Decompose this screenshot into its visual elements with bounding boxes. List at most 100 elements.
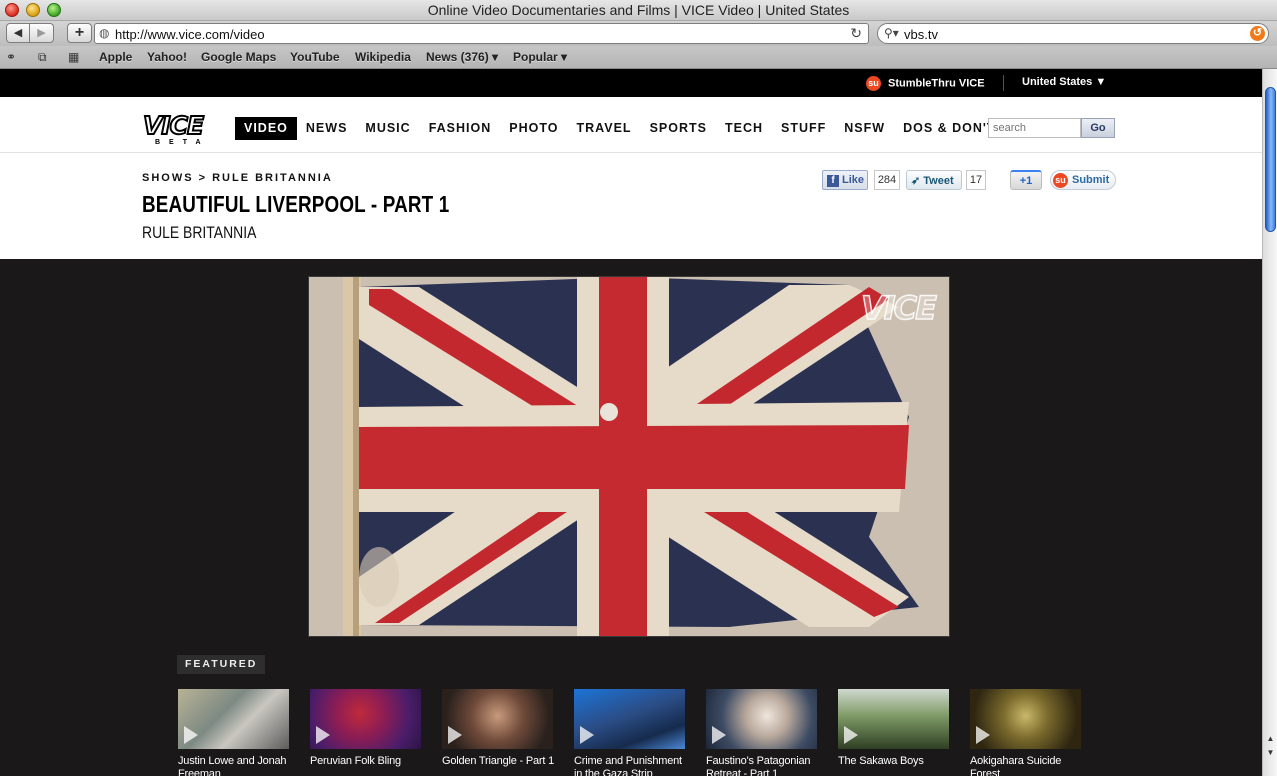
scrollbar-thumb[interactable] — [1265, 87, 1276, 232]
add-bookmark-button[interactable]: + — [67, 23, 92, 43]
main-nav: VIDEO NEWS MUSIC FASHION PHOTO TRAVEL SP… — [235, 117, 1014, 140]
bookmark-apple[interactable]: Apple — [99, 50, 132, 64]
search-icon: ⚲▾ — [884, 26, 899, 40]
play-icon — [184, 726, 198, 744]
utility-strip: su StumbleThru VICE United States ▼ — [0, 69, 1262, 97]
browser-search-field[interactable]: ⚲▾ vbs.tv ↺ — [877, 23, 1269, 44]
nav-sports[interactable]: SPORTS — [641, 117, 716, 140]
play-icon — [712, 726, 726, 744]
snapback-icon[interactable]: ↺ — [1250, 26, 1265, 41]
back-button[interactable]: ◀ — [6, 23, 30, 43]
vice-watermark: VICE — [860, 288, 938, 328]
reload-icon[interactable]: ↻ — [850, 25, 862, 42]
page-scrollbar[interactable]: ▲ ▼ — [1262, 69, 1277, 776]
featured-caption[interactable]: Golden Triangle - Part 1 — [442, 755, 557, 768]
site-header: VICE BETA VIDEO NEWS MUSIC FASHION PHOTO… — [0, 97, 1262, 153]
featured-thumbnail[interactable] — [838, 689, 949, 749]
browser-search-query[interactable]: vbs.tv — [904, 27, 938, 42]
page-title: BEAUTIFUL LIVERPOOL - PART 1 — [142, 191, 450, 217]
featured-thumbnail[interactable] — [178, 689, 289, 749]
nav-music[interactable]: MUSIC — [356, 117, 419, 140]
bookmarks-bar: ⚭ ⧉ ▦ Apple Yahoo! Google Maps YouTube W… — [0, 46, 1277, 69]
union-jack-video-frame — [309, 277, 949, 636]
window-title: Online Video Documentaries and Films | V… — [427, 2, 850, 18]
tweet-count: 17 — [966, 170, 986, 190]
submit-label: Submit — [1072, 174, 1110, 186]
web-page: su StumbleThru VICE United States ▼ VICE … — [0, 69, 1262, 776]
facebook-like-button[interactable]: f Like — [822, 170, 868, 190]
featured-item[interactable]: Aokigahara Suicide Forest — [970, 689, 1081, 776]
play-icon — [976, 726, 990, 744]
play-icon — [844, 726, 858, 744]
nav-news[interactable]: NEWS — [297, 117, 357, 140]
featured-item[interactable]: Peruvian Folk Bling — [310, 689, 421, 768]
vice-logo[interactable]: VICE BETA — [142, 111, 223, 147]
featured-item[interactable]: Crime and Punishment in the Gaza Strip — [574, 689, 685, 776]
google-plus-one-button[interactable]: +1 — [1010, 170, 1042, 190]
featured-caption[interactable]: Faustino's Patagonian Retreat - Part 1 — [706, 755, 821, 776]
bookmarks-book-icon[interactable]: ⧉ — [38, 50, 47, 65]
nav-video[interactable]: VIDEO — [235, 117, 297, 140]
bookmark-news-folder[interactable]: News (376) ▾ — [426, 50, 498, 64]
bookmark-wikipedia[interactable]: Wikipedia — [355, 50, 411, 64]
play-icon — [316, 726, 330, 744]
featured-caption[interactable]: Peruvian Folk Bling — [310, 755, 425, 768]
video-player[interactable]: VICE — [308, 276, 950, 637]
stumbleupon-submit-button[interactable]: su Submit — [1050, 170, 1116, 190]
beta-label: BETA — [155, 139, 210, 146]
featured-item[interactable]: Golden Triangle - Part 1 — [442, 689, 554, 768]
play-icon — [448, 726, 462, 744]
bookmark-popular-folder[interactable]: Popular ▾ — [513, 50, 567, 64]
site-search-input[interactable] — [988, 118, 1081, 138]
scroll-down-arrow[interactable]: ▼ — [1265, 747, 1276, 759]
scroll-up-arrow[interactable]: ▲ — [1265, 733, 1276, 745]
vice-logo-text: VICE — [142, 111, 205, 140]
strip-divider — [1003, 75, 1004, 91]
featured-caption[interactable]: The Sakawa Boys — [838, 755, 953, 768]
stumblethru-label: StumbleThru VICE — [888, 77, 985, 90]
featured-item[interactable]: Justin Lowe and Jonah Freeman — [178, 689, 289, 776]
featured-caption[interactable]: Crime and Punishment in the Gaza Strip — [574, 755, 689, 776]
featured-caption[interactable]: Justin Lowe and Jonah Freeman — [178, 755, 293, 776]
featured-thumbnail[interactable] — [706, 689, 817, 749]
reading-list-icon[interactable]: ⚭ — [6, 50, 16, 64]
country-selector[interactable]: United States ▼ — [1022, 76, 1106, 88]
top-sites-grid-icon[interactable]: ▦ — [68, 50, 79, 64]
facebook-icon: f — [827, 175, 839, 187]
nav-nsfw[interactable]: NSFW — [835, 117, 894, 140]
nav-tech[interactable]: TECH — [716, 117, 772, 140]
nav-travel[interactable]: TRAVEL — [567, 117, 640, 140]
window-titlebar: Online Video Documentaries and Films | V… — [0, 0, 1277, 21]
bookmark-yahoo[interactable]: Yahoo! — [147, 50, 187, 64]
show-name[interactable]: RULE BRITANNIA — [142, 223, 256, 243]
featured-thumbnail[interactable] — [970, 689, 1081, 749]
stumblethru-link[interactable]: su StumbleThru VICE — [866, 76, 985, 91]
forward-button[interactable]: ▶ — [30, 23, 54, 43]
nav-fashion[interactable]: FASHION — [420, 117, 501, 140]
tweet-button[interactable]: ➶ Tweet — [906, 170, 962, 190]
featured-thumbnail[interactable] — [310, 689, 421, 749]
stumbleupon-submit-icon: su — [1053, 172, 1068, 188]
tweet-label: Tweet — [923, 175, 954, 187]
featured-caption[interactable]: Aokigahara Suicide Forest — [970, 755, 1085, 776]
bookmark-google-maps[interactable]: Google Maps — [201, 50, 276, 64]
play-icon — [580, 726, 594, 744]
featured-thumbnail[interactable] — [574, 689, 685, 749]
nav-photo[interactable]: PHOTO — [500, 117, 567, 140]
site-icon: ◍ — [99, 26, 110, 40]
site-search-go-button[interactable]: Go — [1081, 118, 1115, 138]
address-url[interactable]: http://www.vice.com/video — [115, 27, 265, 42]
stumbleupon-icon: su — [866, 76, 881, 91]
browser-toolbar: ◀ ▶ + ◍ http://www.vice.com/video ↻ ⚲▾ v… — [0, 21, 1277, 46]
address-bar[interactable]: ◍ http://www.vice.com/video ↻ — [94, 23, 869, 44]
like-label: Like — [842, 174, 865, 186]
nav-stuff[interactable]: STUFF — [772, 117, 835, 140]
twitter-bird-icon: ➶ — [911, 175, 924, 187]
like-count: 284 — [874, 170, 900, 190]
bookmark-youtube[interactable]: YouTube — [290, 50, 340, 64]
featured-thumbnail[interactable] — [442, 689, 553, 749]
breadcrumb[interactable]: SHOWS > RULE BRITANNIA — [142, 172, 333, 184]
featured-item[interactable]: Faustino's Patagonian Retreat - Part 1 — [706, 689, 817, 776]
video-title-area: SHOWS > RULE BRITANNIA BEAUTIFUL LIVERPO… — [0, 153, 1262, 259]
featured-item[interactable]: The Sakawa Boys — [838, 689, 949, 768]
